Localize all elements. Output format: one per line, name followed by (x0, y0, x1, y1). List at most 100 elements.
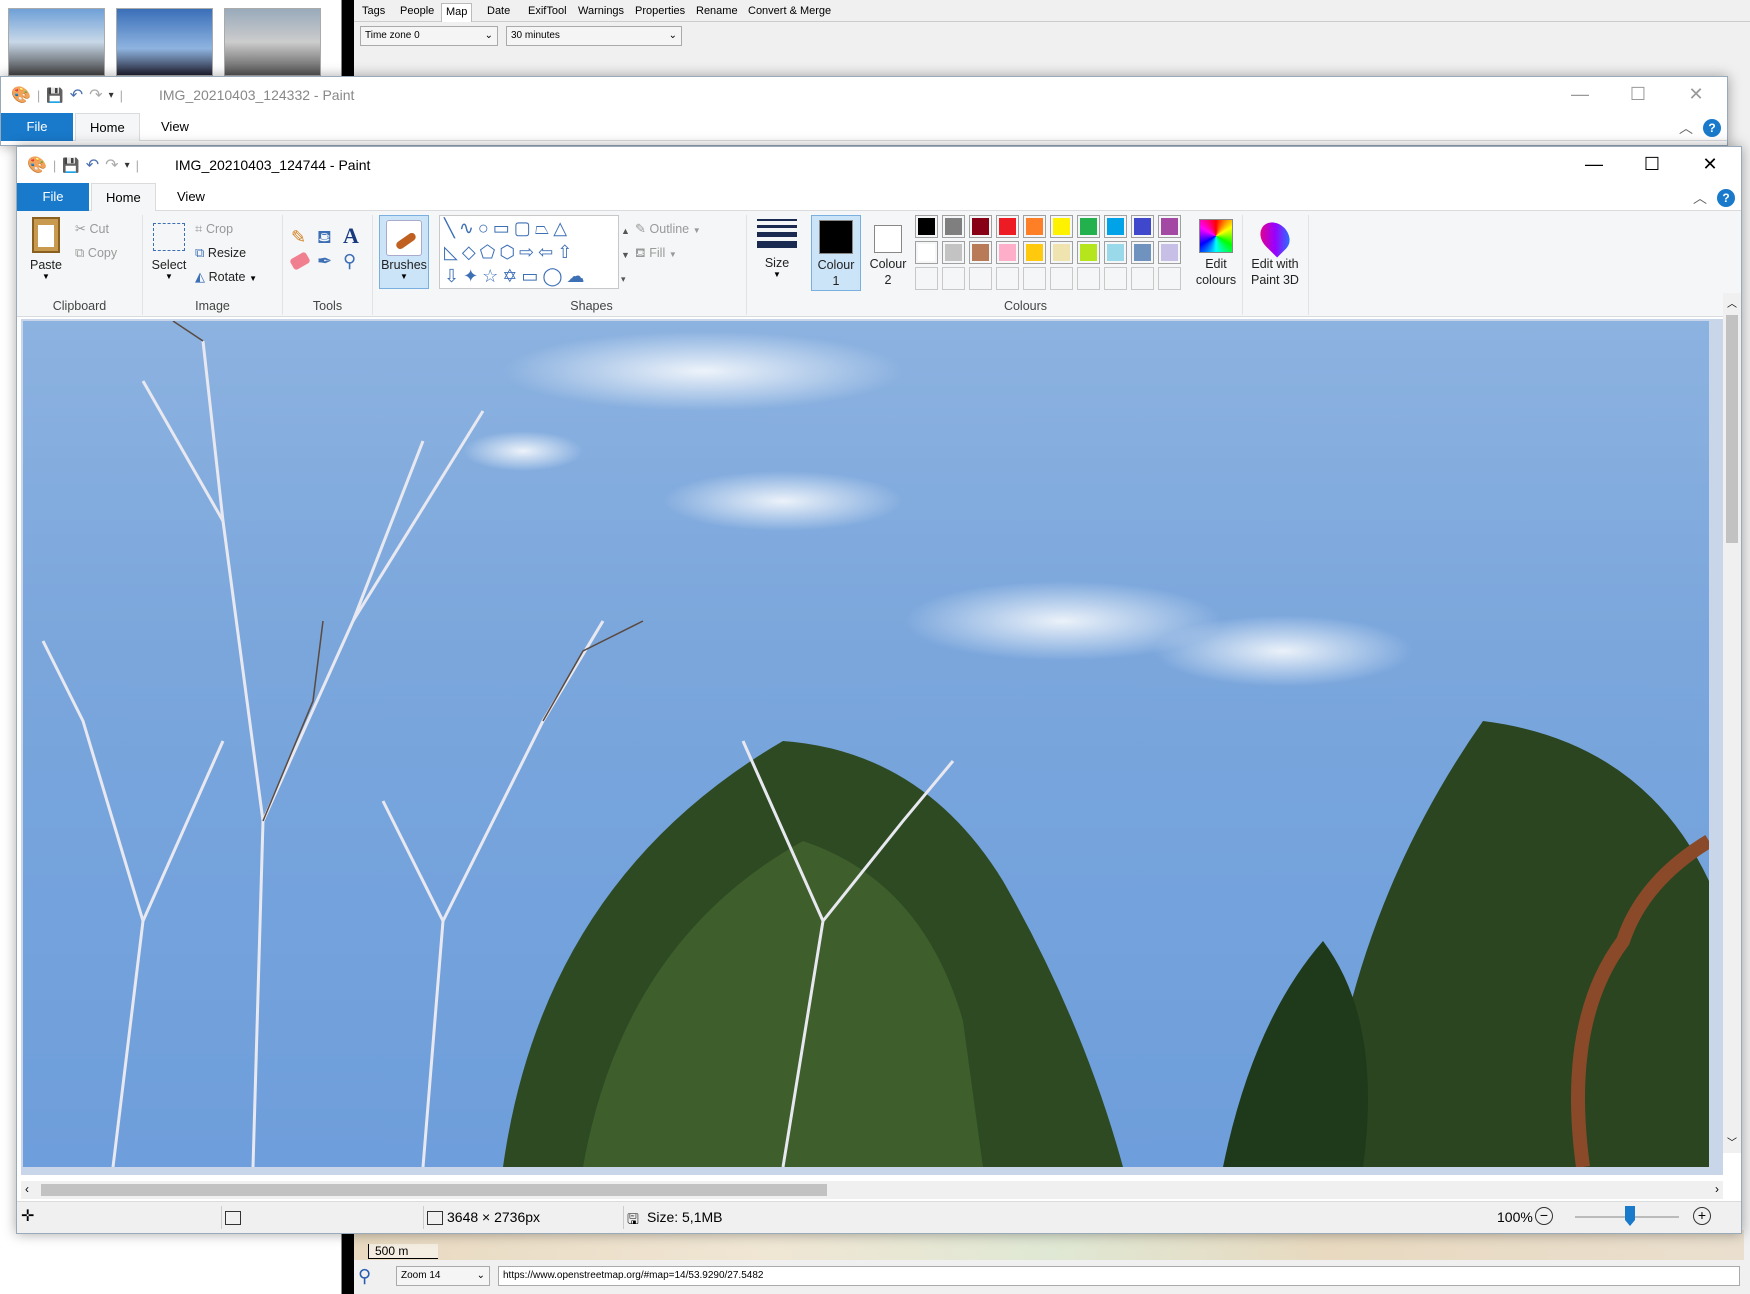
minimize-icon[interactable]: — (1565, 147, 1623, 183)
colour-swatch[interactable] (942, 215, 965, 238)
colour-swatch[interactable] (1077, 215, 1100, 238)
brushes-button[interactable]: Brushes ▼ (379, 215, 429, 289)
help-icon[interactable]: ? (1717, 189, 1735, 207)
custom-colour-slot[interactable] (915, 267, 938, 290)
map-view[interactable]: 500 m (354, 1230, 1744, 1260)
colour-swatch[interactable] (915, 241, 938, 264)
tab-exiftool[interactable]: ExifTool (524, 3, 571, 22)
vertical-scroll-thumb[interactable] (1726, 315, 1738, 543)
text-tool-icon[interactable]: A (343, 223, 359, 249)
menu-home[interactable]: Home (75, 113, 140, 141)
zoom-in-icon[interactable]: + (1693, 1207, 1711, 1225)
custom-colour-slot[interactable] (1023, 267, 1046, 290)
search-icon[interactable]: ⚲ (358, 1266, 371, 1287)
scroll-left-icon[interactable]: ‹ (25, 1182, 29, 1196)
menu-view[interactable]: View (147, 113, 203, 141)
colour-1-button[interactable]: Colour 1 (811, 215, 861, 291)
cut-button[interactable]: ✂ Cut (75, 221, 109, 237)
fill-bucket-icon[interactable]: ⛾ (317, 227, 332, 251)
colour-2-button[interactable]: Colour 2 (863, 215, 913, 291)
menu-file[interactable]: File (1, 113, 73, 141)
horizontal-scroll-thumb[interactable] (41, 1184, 827, 1196)
copy-button[interactable]: ⧉ Copy (75, 245, 117, 261)
colour-swatch[interactable] (1158, 215, 1181, 238)
maximize-icon[interactable]: ☐ (1623, 147, 1681, 183)
zoom-select[interactable]: Zoom 14 ⌄ (396, 1266, 490, 1286)
gallery-scroll[interactable]: ▲ ▼ ▾ (621, 219, 630, 291)
shapes-gallery[interactable]: ╲∿○▭▢⏢△ ◺◇⬠⬡⇨⇦⇧ ⇩✦☆✡▭◯☁ (439, 215, 619, 289)
rotate-button[interactable]: ◭ Rotate ▼ (195, 269, 257, 285)
fill-button[interactable]: ⛾ Fill ▼ (635, 245, 677, 263)
tab-people[interactable]: People (396, 3, 438, 22)
colour-swatch[interactable] (969, 215, 992, 238)
custom-colour-slot[interactable] (1104, 267, 1127, 290)
colour-swatch[interactable] (969, 241, 992, 264)
tab-map[interactable]: Map (441, 3, 473, 22)
custom-colour-slot[interactable] (1131, 267, 1154, 290)
custom-colour-slot[interactable] (996, 267, 1019, 290)
select-button[interactable]: Select ▼ (149, 217, 189, 281)
close-icon[interactable]: ✕ (1667, 77, 1725, 113)
canvas-area[interactable] (21, 319, 1723, 1175)
edit-with-paint3d-button[interactable]: Edit with Paint 3D (1245, 215, 1305, 291)
menu-file[interactable]: File (17, 183, 89, 211)
colour-swatch[interactable] (1050, 215, 1073, 238)
tab-convert-merge[interactable]: Convert & Merge (744, 3, 835, 22)
customize-toolbar-icon[interactable]: ▾ (125, 160, 130, 171)
edit-colours-button[interactable]: Edit colours (1191, 215, 1241, 291)
colour-swatch[interactable] (1131, 241, 1154, 264)
interval-select[interactable]: 30 minutes ⌄ (506, 26, 682, 46)
redo-icon[interactable]: ↷ (89, 85, 102, 105)
custom-colour-slot[interactable] (1077, 267, 1100, 290)
help-icon[interactable]: ? (1703, 119, 1721, 137)
tab-rename[interactable]: Rename (692, 3, 742, 22)
colour-swatch[interactable] (1158, 241, 1181, 264)
resize-button[interactable]: ⧉ Resize (195, 245, 246, 261)
save-icon[interactable]: 💾 (62, 157, 79, 174)
color-picker-icon[interactable]: ✒ (317, 251, 332, 272)
colour-swatch[interactable] (1104, 241, 1127, 264)
thumbnail-2[interactable] (116, 8, 213, 76)
redo-icon[interactable]: ↷ (105, 155, 118, 175)
magnifier-icon[interactable]: ⚲ (343, 251, 356, 272)
tab-properties[interactable]: Properties (631, 3, 689, 22)
customize-toolbar-icon[interactable]: ▾ (109, 90, 114, 101)
undo-icon[interactable]: ↶ (70, 85, 83, 105)
pencil-icon[interactable]: ✎ (291, 227, 306, 248)
scroll-down-icon[interactable]: ﹀ (1727, 1134, 1737, 1149)
scroll-right-icon[interactable]: › (1715, 1182, 1719, 1196)
paint-window-back[interactable]: 🎨 | 💾 ↶ ↷ ▾ | IMG_20210403_124332 - Pain… (0, 76, 1728, 146)
zoom-slider[interactable] (1575, 1206, 1679, 1226)
maximize-icon[interactable]: ☐ (1609, 77, 1667, 113)
colour-swatch[interactable] (996, 215, 1019, 238)
custom-colour-slot[interactable] (1158, 267, 1181, 290)
custom-colour-slot[interactable] (942, 267, 965, 290)
colour-swatch[interactable] (1077, 241, 1100, 264)
custom-colour-slot[interactable] (1050, 267, 1073, 290)
collapse-ribbon-icon[interactable]: ︿ (1693, 188, 1707, 208)
tab-warnings[interactable]: Warnings (574, 3, 628, 22)
colour-swatch[interactable] (942, 241, 965, 264)
colour-swatch[interactable] (1023, 215, 1046, 238)
thumbnail-1[interactable] (8, 8, 105, 76)
zoom-slider-thumb[interactable] (1625, 1206, 1635, 1226)
close-icon[interactable]: ✕ (1681, 147, 1739, 183)
tab-date[interactable]: Date (483, 3, 514, 22)
horizontal-scrollbar[interactable]: ‹ › (21, 1181, 1723, 1199)
menu-view[interactable]: View (163, 183, 219, 211)
save-icon[interactable]: 💾 (46, 87, 63, 104)
zoom-out-icon[interactable]: − (1535, 1207, 1553, 1225)
collapse-ribbon-icon[interactable]: ︿ (1679, 118, 1693, 138)
tab-tags[interactable]: Tags (358, 3, 389, 22)
eraser-icon[interactable] (289, 251, 311, 271)
undo-icon[interactable]: ↶ (86, 155, 99, 175)
vertical-scrollbar[interactable]: ︿ ﹀ (1723, 293, 1741, 1153)
colour-swatch[interactable] (1023, 241, 1046, 264)
colour-swatch[interactable] (1104, 215, 1127, 238)
outline-button[interactable]: ✎ Outline ▼ (635, 221, 701, 237)
crop-button[interactable]: ⌗ Crop (195, 221, 233, 237)
colour-swatch[interactable] (1131, 215, 1154, 238)
menu-home[interactable]: Home (91, 183, 156, 211)
minimize-icon[interactable]: — (1551, 77, 1609, 113)
paint-window[interactable]: 🎨 | 💾 ↶ ↷ ▾ | IMG_20210403_124744 - Pain… (16, 146, 1742, 1234)
